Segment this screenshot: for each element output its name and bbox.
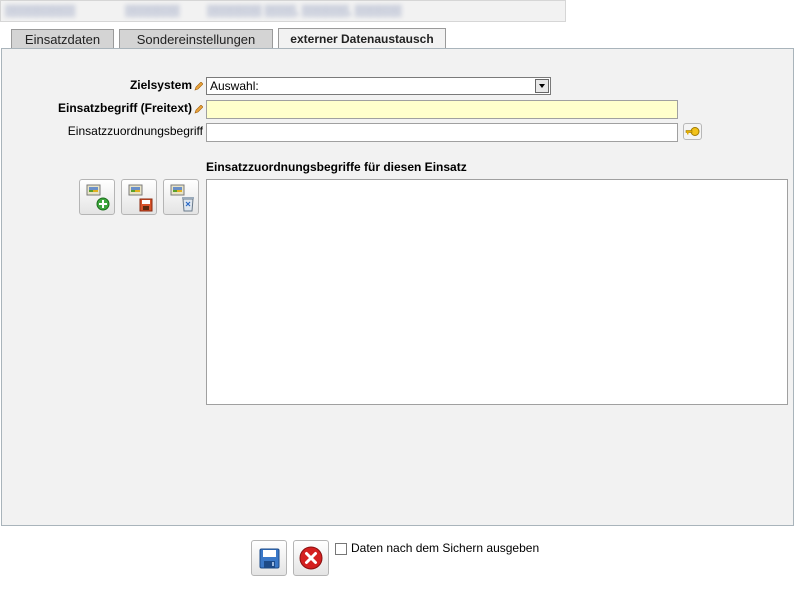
zuordnung-listbox[interactable] (206, 179, 788, 405)
header-blurred-2: ▒▒▒▒▒▒▒ (125, 5, 180, 17)
tab-externer-datenaustausch[interactable]: externer Datenaustausch (278, 28, 446, 50)
cancel-button[interactable] (293, 540, 329, 576)
required-pencil-icon (194, 82, 203, 91)
tab-einsatzdaten[interactable]: Einsatzdaten (11, 29, 114, 49)
header-bar: ▒▒▒▒▒▒▒▒▒ ▒▒▒▒▒▒▒ ▒▒▒▒▒▒▒ ▒▒▒▒, ▒▒▒▒▒▒, … (0, 0, 566, 22)
delete-record-icon (170, 184, 194, 212)
zuordnung-input[interactable] (206, 123, 678, 142)
save-button[interactable] (251, 540, 287, 576)
add-record-icon (86, 184, 110, 211)
einsatzbegriff-input[interactable] (206, 100, 678, 119)
zielsystem-selected-value: Auswahl: (210, 79, 259, 93)
zuordnung-label: Einsatzzuordnungsbegriff (67, 124, 203, 138)
output-after-save-label: Daten nach dem Sichern ausgeben (351, 541, 540, 555)
add-entry-button[interactable] (79, 179, 115, 215)
save-entry-button[interactable] (121, 179, 157, 215)
chevron-down-icon[interactable] (535, 79, 549, 93)
header-blurred-1: ▒▒▒▒▒▒▒▒▒ (5, 5, 76, 17)
zielsystem-select[interactable]: Auswahl: (206, 77, 551, 95)
zielsystem-label: Zielsystem (129, 78, 192, 92)
output-after-save-checkbox[interactable] (335, 543, 347, 555)
delete-entry-button[interactable] (163, 179, 199, 215)
key-icon (685, 127, 700, 136)
lookup-key-button[interactable] (683, 123, 702, 140)
tab-sondereinstellungen[interactable]: Sondereinstellungen (119, 29, 273, 49)
save-record-icon (128, 184, 153, 212)
list-section-title: Einsatzzuordnungsbegriffe für diesen Ein… (206, 160, 467, 174)
required-pencil-icon (194, 105, 203, 114)
header-blurred-3: ▒▒▒▒▒▒▒ ▒▒▒▒, ▒▒▒▒▒▒, ▒▒▒▒▒▒ (207, 5, 402, 17)
einsatzbegriff-label: Einsatzbegriff (Freitext) (57, 101, 192, 115)
close-icon (299, 546, 323, 570)
floppy-disk-icon (259, 548, 280, 569)
